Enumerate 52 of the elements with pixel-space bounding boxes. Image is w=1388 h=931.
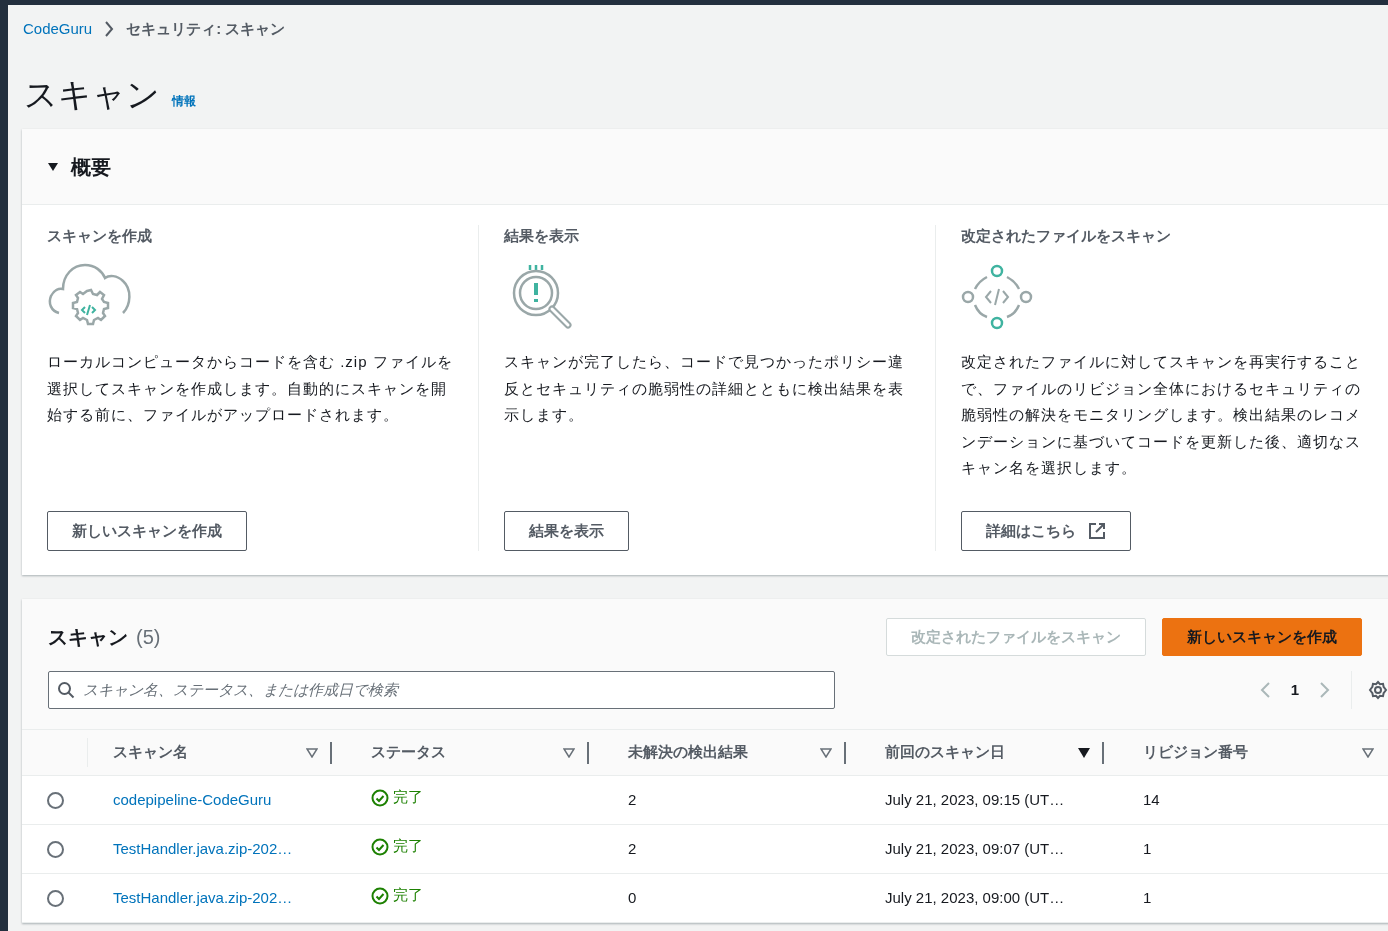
external-link-icon (1088, 522, 1106, 540)
search-field[interactable]: スキャン名、ステータス、または作成日で検索 (48, 671, 835, 709)
scan-link[interactable]: codepipeline-CodeGuru (113, 791, 272, 808)
breadcrumb-link[interactable]: CodeGuru (23, 17, 93, 41)
column-header[interactable]: ステータス (371, 741, 446, 764)
search-input[interactable]: スキャン名、ステータス、または作成日で検索 (83, 678, 826, 702)
revision-cell: 1 (1143, 889, 1152, 906)
caret-icon[interactable] (47, 160, 59, 173)
column-header[interactable]: 未解決の検出結果 (628, 741, 748, 764)
column-title: 結果を表示 (504, 226, 580, 246)
sort-icon[interactable] (1078, 747, 1090, 758)
page-title: スキャン (24, 78, 160, 111)
check-circle-icon (371, 886, 389, 905)
revision-cell: 1 (1143, 840, 1152, 857)
column-button[interactable]: 新しいスキャンを作成 (47, 511, 247, 551)
findings-cell: 2 (628, 840, 637, 857)
status-label: 完了 (371, 786, 423, 809)
settings-icon[interactable] (1368, 680, 1388, 700)
description-text: 改定されたファイルに対してスキャンを再実行することで、ファイルのリビジョン全体におけるセキュリティの脆弱性の解決をモニタリングします。検出結果のレコメンデーションに基づいてコードを更新した後、適切なスキャン名を選択します。 (961, 352, 1362, 478)
findings-cell: 2 (628, 791, 637, 808)
scan-link[interactable]: TestHandler.java.zip-202… (113, 840, 293, 857)
primary-button[interactable]: 新しいスキャンを作成 (1162, 618, 1362, 656)
check-circle-icon (371, 788, 389, 807)
radio-button[interactable] (46, 889, 64, 907)
column-header[interactable]: 前回のスキャン日 (885, 741, 1005, 764)
search-icon (57, 681, 75, 699)
column-header[interactable]: リビジョン番号 (1143, 741, 1248, 764)
description-text: ローカルコンピュータからコードを含む .zip ファイルを選択してスキャンを作成します。自動的にスキャンを開始する前に、ファイルがアップロードされます。 (47, 352, 454, 425)
info-link[interactable]: 情報 (172, 92, 196, 110)
chevron-right-icon (104, 21, 115, 37)
column-button[interactable]: 結果を表示 (504, 511, 629, 551)
breadcrumb-current: セキュリティ: スキャン (126, 18, 286, 39)
page-number[interactable]: 1 (1290, 678, 1299, 702)
radio-button[interactable] (46, 791, 64, 809)
findings-cell: 0 (628, 889, 637, 906)
check-circle-icon (371, 837, 389, 856)
scan-link[interactable]: TestHandler.java.zip-202… (113, 889, 293, 906)
table-title: スキャン (48, 625, 128, 650)
description-text: スキャンが完了したら、コードで見つかったポリシー違反とセキュリティの脆弱性の詳細とともに検出結果を表示します。 (504, 352, 905, 425)
column-header[interactable]: スキャン名 (113, 741, 188, 764)
column-button[interactable]: 詳細はこちら (961, 511, 1131, 551)
status-label: 完了 (371, 884, 423, 907)
date-cell: July 21, 2023, 09:00 (UT… (885, 889, 1065, 906)
date-cell: July 21, 2023, 09:07 (UT… (885, 840, 1065, 857)
panel-title[interactable]: 概要 (71, 151, 111, 182)
revision-cell: 14 (1143, 791, 1160, 808)
status-label: 完了 (371, 835, 423, 858)
item-count: (5) (136, 625, 161, 650)
radio-button[interactable] (46, 840, 64, 858)
column-title: 改定されたファイルをスキャン (961, 226, 1172, 246)
column-title: スキャンを作成 (47, 226, 153, 246)
date-cell: July 21, 2023, 09:15 (UT… (885, 791, 1065, 808)
